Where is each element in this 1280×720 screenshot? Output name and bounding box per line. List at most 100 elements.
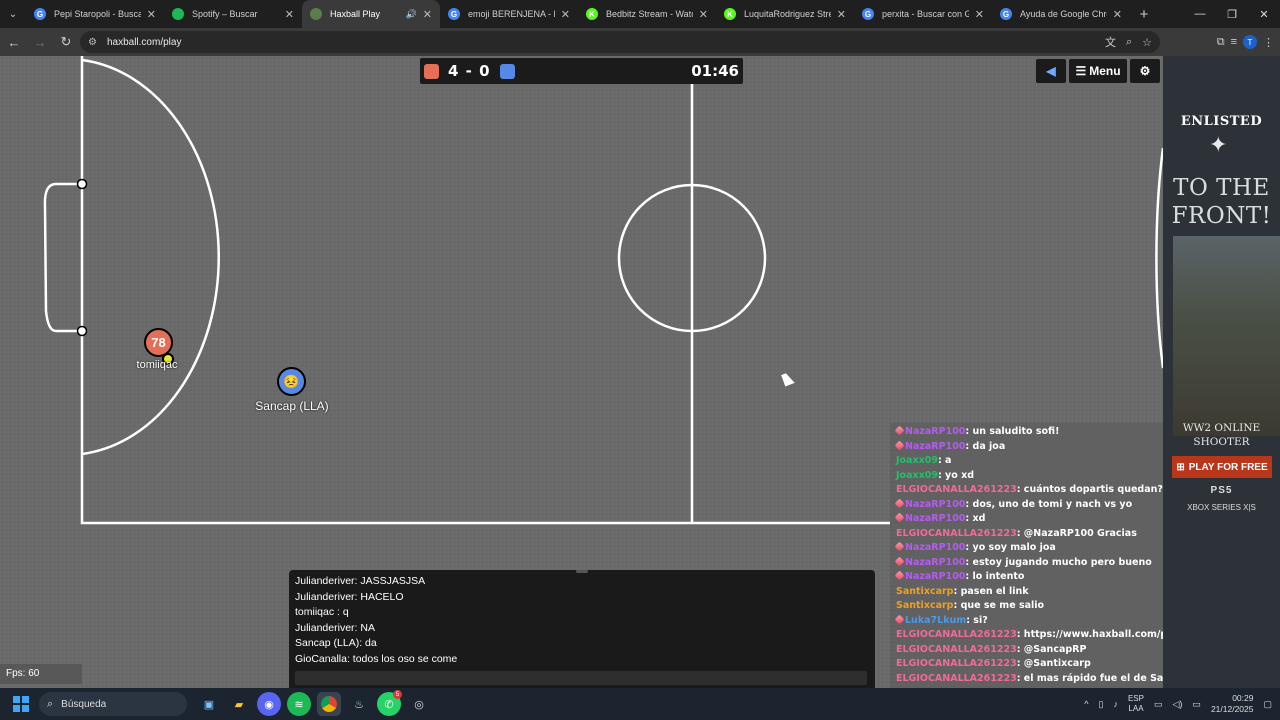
chat-username[interactable]: Joaxx09 [896, 455, 938, 466]
notifications-icon[interactable]: ▢ [1263, 699, 1272, 710]
settings-gear-button[interactable]: ⚙ [1130, 59, 1160, 83]
restore-button[interactable]: ❐ [1216, 0, 1248, 28]
address-bar[interactable]: ⚙ haxball.com/play 文 ⌕ ☆ [80, 31, 1160, 53]
minimize-button[interactable]: — [1184, 0, 1216, 28]
taskbar-search[interactable]: ⌕ Búsqueda [39, 692, 187, 716]
browser-tab[interactable]: G Ayuda de Google Chrome ✕ [992, 0, 1130, 28]
chat-text: : lo intento [965, 571, 1025, 582]
tab-close-icon[interactable]: ✕ [561, 8, 570, 21]
tab-close-icon[interactable]: ✕ [975, 8, 984, 21]
chat-username[interactable]: ELGIOCANALLA261223 [896, 484, 1017, 495]
tab-close-icon[interactable]: ✕ [147, 8, 156, 21]
spotify-icon[interactable]: ≋ [287, 692, 311, 716]
usb-icon[interactable]: ▯ [1099, 699, 1104, 710]
tab-close-icon[interactable]: ✕ [837, 8, 846, 21]
forward-button[interactable]: → [28, 30, 52, 54]
chat-username[interactable]: ELGIOCANALLA261223 [896, 629, 1017, 640]
chat-message: Julianderiver: JASSJASJSA [295, 575, 426, 587]
bookmark-star-icon[interactable]: ☆ [1142, 36, 1152, 49]
player-avatar: 78 [151, 335, 166, 350]
chat-message: Julianderiver: NA [295, 621, 375, 634]
chat-username[interactable]: Santixcarp [896, 600, 953, 611]
chat-username[interactable]: NazaRP100 [905, 441, 965, 452]
chat-username[interactable]: ELGIOCANALLA261223 [896, 658, 1017, 669]
steam-icon[interactable]: ♨ [347, 692, 371, 716]
chrome-icon[interactable] [317, 692, 341, 716]
chat-text: : si? [966, 614, 988, 626]
chat-username[interactable]: NazaRP100 [905, 499, 965, 510]
url-text[interactable]: haxball.com/play [107, 37, 181, 48]
chat-text: : cuántos dopartis quedan? [1016, 484, 1163, 495]
chat-username[interactable]: ELGIOCANALLA261223 [896, 528, 1017, 539]
browser-tab[interactable]: Spotify – Buscar ✕ [164, 0, 302, 28]
browser-tab[interactable]: K LuquitaRodriguez Stream ✕ [716, 0, 854, 28]
tab-label: perxita - Buscar con Goog [882, 9, 969, 19]
browser-tab[interactable]: G Pepi Staropoli - Buscar con ✕ [26, 0, 164, 28]
ad-play-button[interactable]: ⊞ PLAY FOR FREE [1172, 456, 1272, 478]
tab-search-button[interactable]: ⌄ [0, 0, 26, 28]
menu-button[interactable]: ☰ Menu [1069, 59, 1127, 83]
tab-close-icon[interactable]: ✕ [699, 8, 708, 21]
profile-avatar[interactable]: T [1243, 35, 1257, 49]
tab-close-icon[interactable]: ✕ [285, 8, 294, 21]
browser-tab[interactable]: Gperxita - Buscar con Goog ✕ [854, 0, 992, 28]
media-control-icon[interactable]: ≡ [1231, 36, 1237, 48]
zoom-icon[interactable]: ⌕ [1126, 36, 1132, 49]
chat-username[interactable]: Joaxx09 [896, 470, 938, 481]
volume-icon[interactable]: ◁) [1173, 699, 1183, 710]
browser-tab[interactable]: K Bedbitz Stream - Watch L ✕ [578, 0, 716, 28]
site-info-icon[interactable]: ⚙ [88, 37, 97, 48]
chat-username[interactable]: Luka7Lkum [905, 615, 966, 626]
chat-username[interactable]: ELGIOCANALLA261223 [896, 644, 1017, 655]
chat-username[interactable]: NazaRP100 [905, 542, 965, 553]
ad-headline-line: FRONT! [1171, 203, 1272, 229]
whatsapp-icon[interactable]: ✆ 5 [377, 690, 402, 716]
translate-icon[interactable]: 文 [1105, 34, 1116, 50]
chat-username[interactable]: NazaRP100 [905, 513, 965, 524]
tab-label: Haxball Play [330, 9, 381, 19]
file-explorer-icon[interactable]: ▰ [227, 692, 251, 716]
clock-date: 21/12/2025 [1210, 704, 1254, 714]
back-button[interactable]: ← [2, 30, 26, 54]
discord-icon[interactable]: ◉ [257, 692, 281, 716]
language-indicator[interactable]: ESP LAA [1128, 694, 1144, 714]
chat-username[interactable]: NazaRP100 [905, 571, 965, 582]
store-icon[interactable]: ▣ [197, 692, 221, 716]
tab-close-icon[interactable]: ✕ [1113, 8, 1122, 21]
tab-favicon-icon: G [448, 8, 460, 20]
close-window-button[interactable]: ✕ [1248, 0, 1280, 28]
tab-label: Ayuda de Google Chrome [1020, 9, 1107, 19]
chat-text: : pasen el link [953, 585, 1029, 597]
browser-tab[interactable]: Gemoji BERENJENA - Buscar ✕ [440, 0, 578, 28]
obs-icon[interactable]: ◎ [407, 692, 431, 716]
platform-ps5: PS5 [1210, 485, 1233, 496]
tab-label: Spotify – Buscar [192, 9, 258, 19]
chat-username[interactable]: NazaRP100 [905, 557, 965, 568]
microphone-icon[interactable]: ♪ [1113, 699, 1118, 709]
network-icon[interactable]: ▭ [1154, 699, 1163, 710]
advertisement[interactable]: ENLISTED ✦ TO THE FRONT! WW2 ONLINE SHOO… [1163, 56, 1280, 688]
browser-menu-icon[interactable]: ⋮ [1263, 36, 1274, 49]
extensions-icon[interactable]: ⧉ [1217, 36, 1225, 49]
chat-text: : xd [965, 513, 986, 524]
star-emblem-icon: ✦ [1209, 132, 1228, 157]
chat-input[interactable] [295, 671, 867, 685]
chat-username[interactable]: Santixcarp [896, 586, 953, 597]
start-button[interactable] [13, 696, 29, 712]
ad-tagline-line: SHOOTER [1193, 436, 1250, 448]
battery-icon[interactable]: ▭ [1192, 699, 1201, 710]
chat-username[interactable]: NazaRP100 [905, 426, 965, 437]
chat-message: tomiiqac : q [295, 606, 349, 618]
tab-close-icon[interactable]: ✕ [423, 8, 432, 21]
sound-toggle-button[interactable]: ◀ [1036, 59, 1066, 83]
reload-button[interactable]: ↻ [54, 30, 78, 54]
chat-username[interactable]: ELGIOCANALLA261223 [896, 673, 1017, 684]
lang-line: LAA [1128, 704, 1144, 713]
chat-resize-handle[interactable] [576, 570, 588, 573]
browser-tab[interactable]: Haxball Play 🔊 ✕ [302, 0, 440, 28]
tab-audio-icon[interactable]: 🔊 [406, 9, 417, 20]
clock[interactable]: 00:29 21/12/2025 [1211, 693, 1254, 715]
tab-favicon-icon: K [586, 8, 598, 20]
new-tab-button[interactable]: + [1130, 6, 1158, 23]
chevron-up-icon[interactable]: ^ [1084, 699, 1088, 709]
